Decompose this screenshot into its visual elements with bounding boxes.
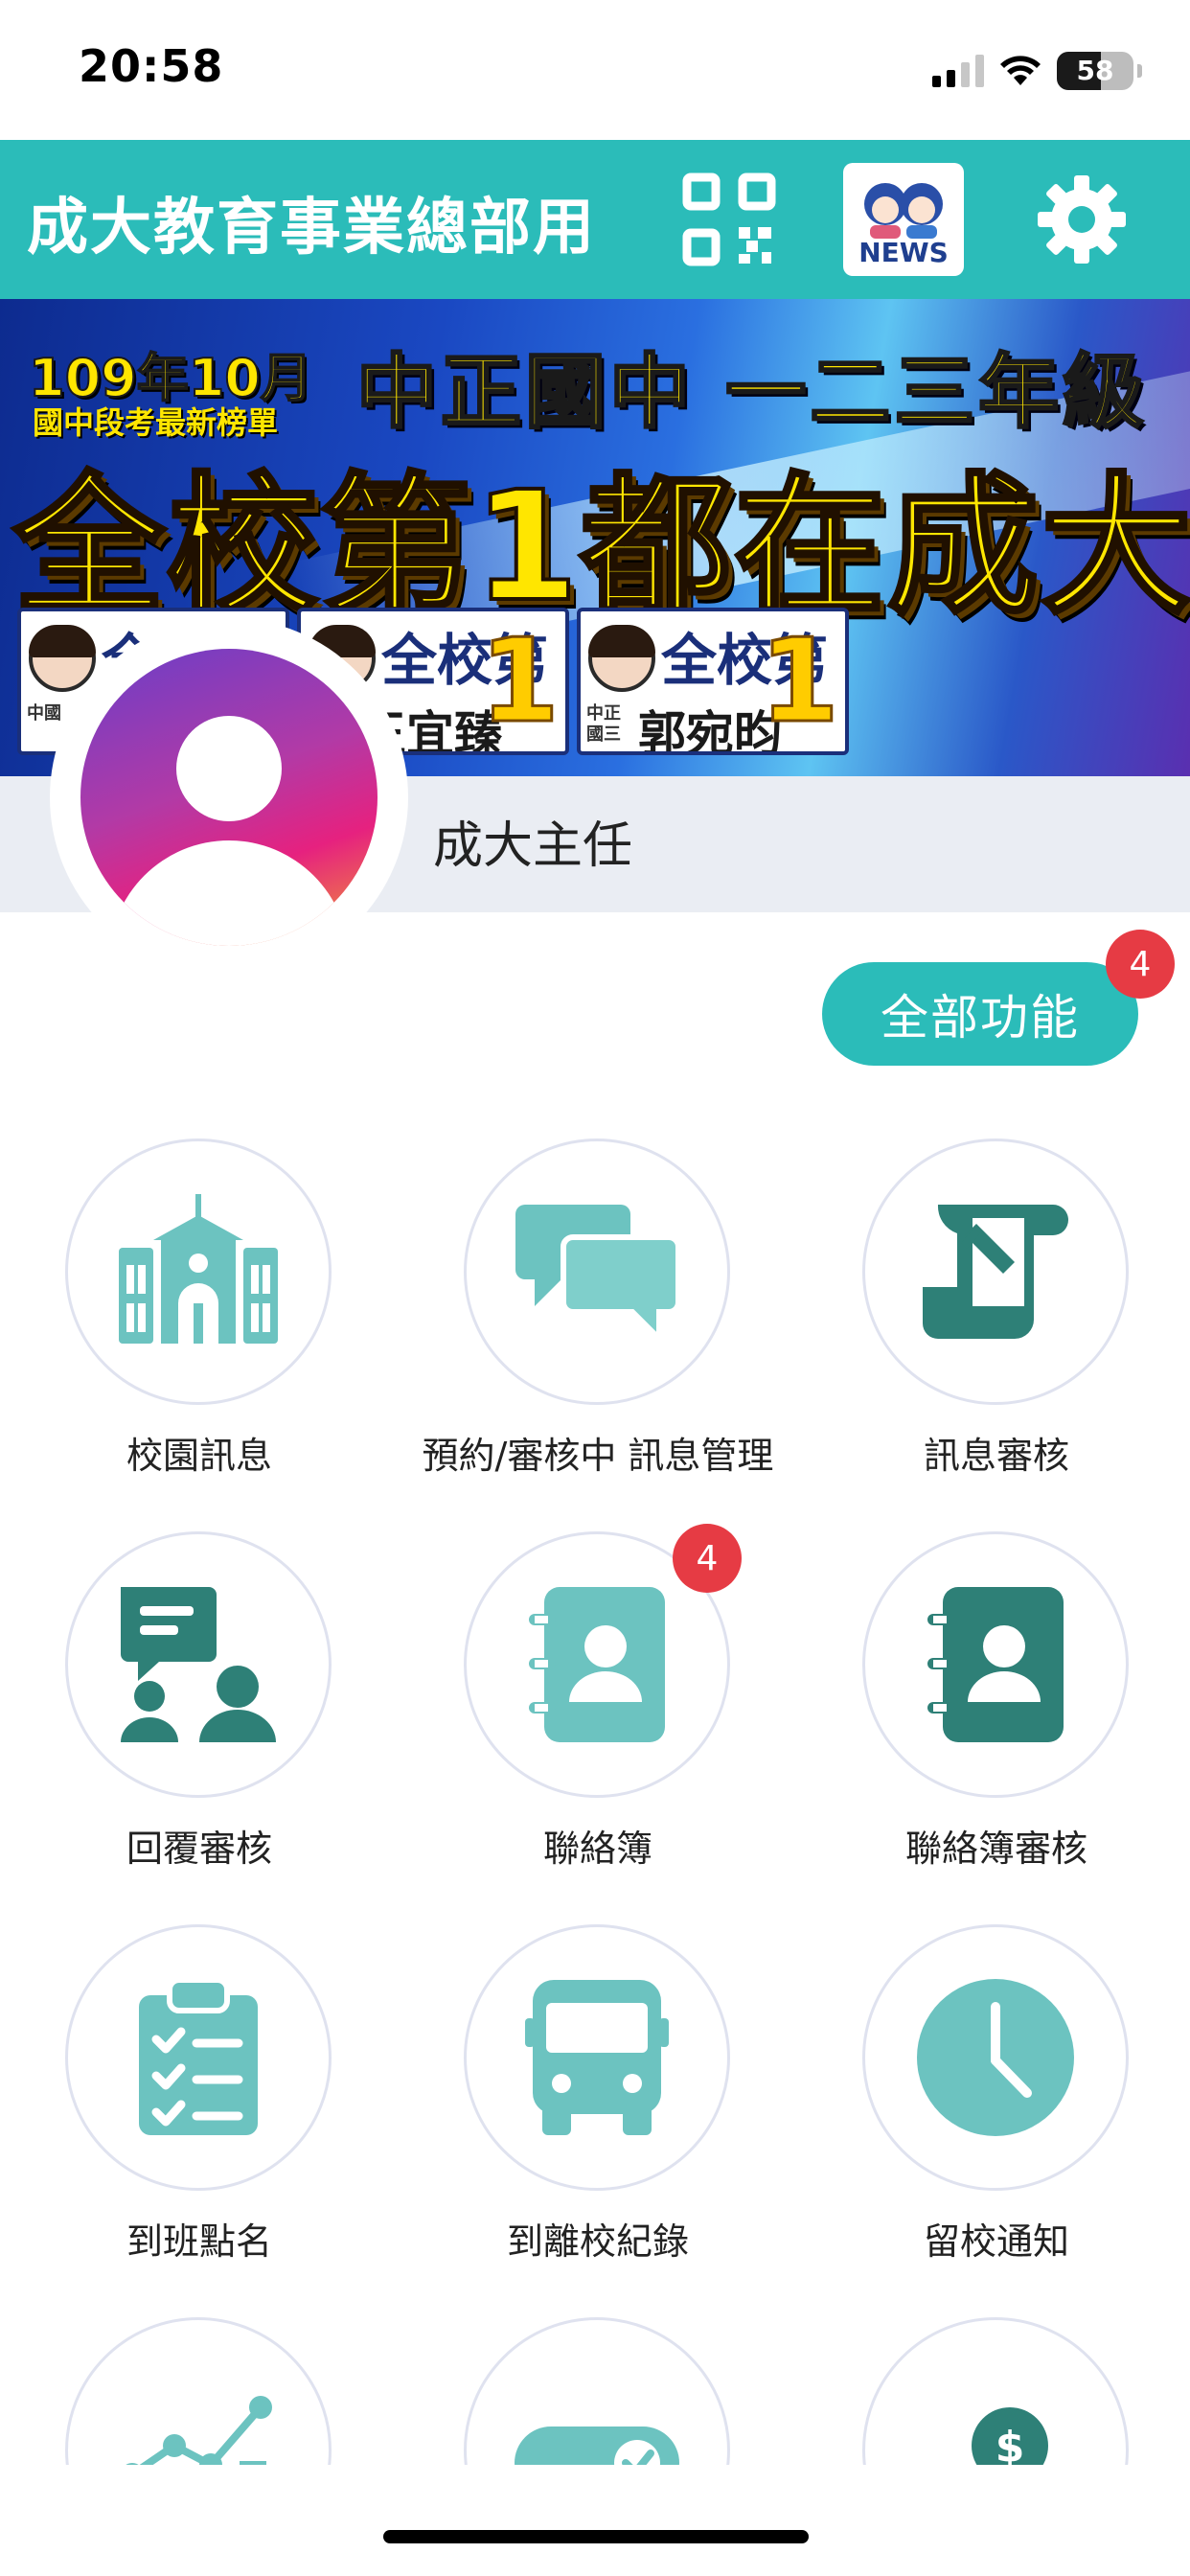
message-review-icon [923, 1205, 1068, 1339]
battery-icon: 58 [1057, 52, 1133, 90]
clipboard-check-icon [139, 1977, 258, 2135]
student-photo [29, 625, 96, 692]
clock-icon [917, 1979, 1074, 2136]
student-photo [588, 625, 655, 692]
news-button[interactable]: NEWS [843, 163, 964, 276]
tile-label: 預約/審核中 訊息管理 [422, 1435, 774, 1477]
contact-book-review-icon [927, 1587, 1064, 1742]
tile-label: 到離校紀錄 [506, 2220, 689, 2263]
status-time: 20:58 [79, 40, 224, 92]
tile-label: 回覆審核 [126, 1828, 272, 1870]
reply-review-icon [121, 1587, 276, 1742]
school-building-icon [119, 1194, 278, 1344]
tile-campus-news[interactable]: 校園訊息 [46, 1138, 353, 1484]
tile-label: 留校通知 [923, 2220, 1069, 2263]
contact-book-icon [529, 1587, 665, 1742]
tile-message-management[interactable]: 預約/審核中 訊息管理 [423, 1138, 773, 1484]
page-title: 成大教育事業總部用 [27, 193, 596, 264]
profile-name: 成大主任 [433, 817, 633, 875]
avatar-icon [80, 649, 378, 946]
tile-contact-book-review[interactable]: 聯絡簿審核 [843, 1531, 1150, 1876]
bottom-area [0, 2465, 1190, 2576]
notification-badge: 4 [673, 1524, 742, 1593]
tile-label: 校園訊息 [126, 1435, 272, 1477]
avatar[interactable] [50, 618, 408, 977]
tile-reply-review[interactable]: 回覆審核 [46, 1531, 353, 1876]
status-icons: 58 [932, 50, 1142, 92]
wifi-icon [1000, 56, 1041, 85]
tile-stay-notice[interactable]: 留校通知 [843, 1924, 1150, 2269]
tile-message-review[interactable]: 訊息審核 [843, 1138, 1150, 1484]
all-functions-button[interactable]: 全部功能 [822, 962, 1138, 1066]
gear-icon [1038, 175, 1126, 264]
tile-label: 到班點名 [126, 2220, 272, 2263]
settings-button[interactable] [1023, 161, 1140, 278]
home-indicator[interactable] [383, 2530, 809, 2543]
svg-text:NEWS: NEWS [858, 237, 949, 267]
tile-attendance[interactable]: 到班點名 [46, 1924, 353, 2269]
signal-icon [932, 55, 984, 87]
tile-label: 訊息審核 [923, 1435, 1069, 1477]
app-header: 成大教育事業總部用 NEWS [0, 140, 1190, 299]
student-card: 全校第 中正國三 郭宛昀 1 [577, 608, 849, 755]
status-bar: 20:58 58 [0, 0, 1190, 140]
tile-label: 聯絡簿審核 [904, 1828, 1087, 1870]
tile-contact-book[interactable]: 聯絡簿 4 [445, 1524, 751, 1876]
news-icon: NEWS [858, 183, 949, 267]
qr-code-button[interactable] [671, 161, 788, 278]
tile-label: 聯絡簿 [542, 1828, 652, 1870]
tile-arrival-departure[interactable]: 到離校紀錄 [445, 1924, 751, 2269]
bus-icon [525, 1980, 669, 2135]
qr-code-icon [682, 172, 776, 266]
chat-bubbles-icon [515, 1205, 678, 1346]
notification-badge: 4 [1106, 930, 1175, 999]
battery-percent: 58 [1076, 55, 1114, 86]
